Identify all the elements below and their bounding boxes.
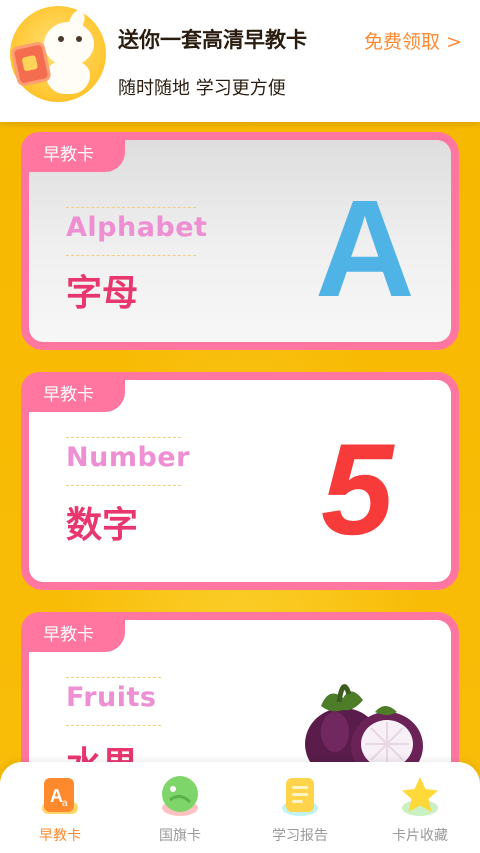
- report-icon: [282, 778, 318, 816]
- alphabet-card-icon: A a: [42, 778, 78, 814]
- nav-tab-card-collection[interactable]: 卡片收藏: [360, 762, 480, 853]
- card-chinese-title: 字母: [66, 273, 139, 314]
- svg-text:a: a: [62, 798, 68, 809]
- banner-subtitle: 随时随地 学习更方便: [118, 78, 286, 99]
- card-alphabet[interactable]: 早教卡 Alphabet 字母 A: [21, 132, 459, 350]
- nav-label: 卡片收藏: [392, 828, 448, 844]
- claim-free-link[interactable]: 免费领取 >: [364, 27, 462, 54]
- nav-label: 学习报告: [272, 828, 328, 844]
- card-tag: 早教卡: [21, 132, 125, 172]
- star-collection-icon: [402, 777, 438, 816]
- flag-card-icon: [162, 776, 198, 816]
- mascot-avatar-icon: [10, 6, 106, 102]
- card-display-letter: A: [315, 172, 415, 326]
- card-tag: 早教卡: [21, 612, 125, 652]
- card-list[interactable]: 早教卡 Alphabet 字母 A 早教卡 Number 数字 5 早教卡 Fr…: [0, 122, 480, 853]
- card-chinese-title: 数字: [66, 505, 139, 546]
- card-english-title: Alphabet: [66, 212, 208, 243]
- card-english-title: Number: [66, 442, 190, 473]
- banner-title: 送你一套高清早教卡: [118, 28, 307, 52]
- bottom-nav: A a 早教卡 国旗卡 学习报告 卡片收藏: [0, 762, 480, 853]
- card-number[interactable]: 早教卡 Number 数字 5: [21, 372, 459, 590]
- card-english-title: Fruits: [66, 682, 157, 713]
- nav-tab-study-report[interactable]: 学习报告: [240, 762, 360, 853]
- card-display-number: 5: [321, 416, 394, 562]
- nav-label: 早教卡: [39, 828, 81, 844]
- promo-banner[interactable]: 送你一套高清早教卡 随时随地 学习更方便 免费领取 >: [0, 0, 480, 122]
- nav-tab-flag-cards[interactable]: 国旗卡: [120, 762, 240, 853]
- nav-tab-early-cards[interactable]: A a 早教卡: [0, 762, 120, 853]
- card-tag: 早教卡: [21, 372, 125, 412]
- nav-label: 国旗卡: [159, 828, 201, 844]
